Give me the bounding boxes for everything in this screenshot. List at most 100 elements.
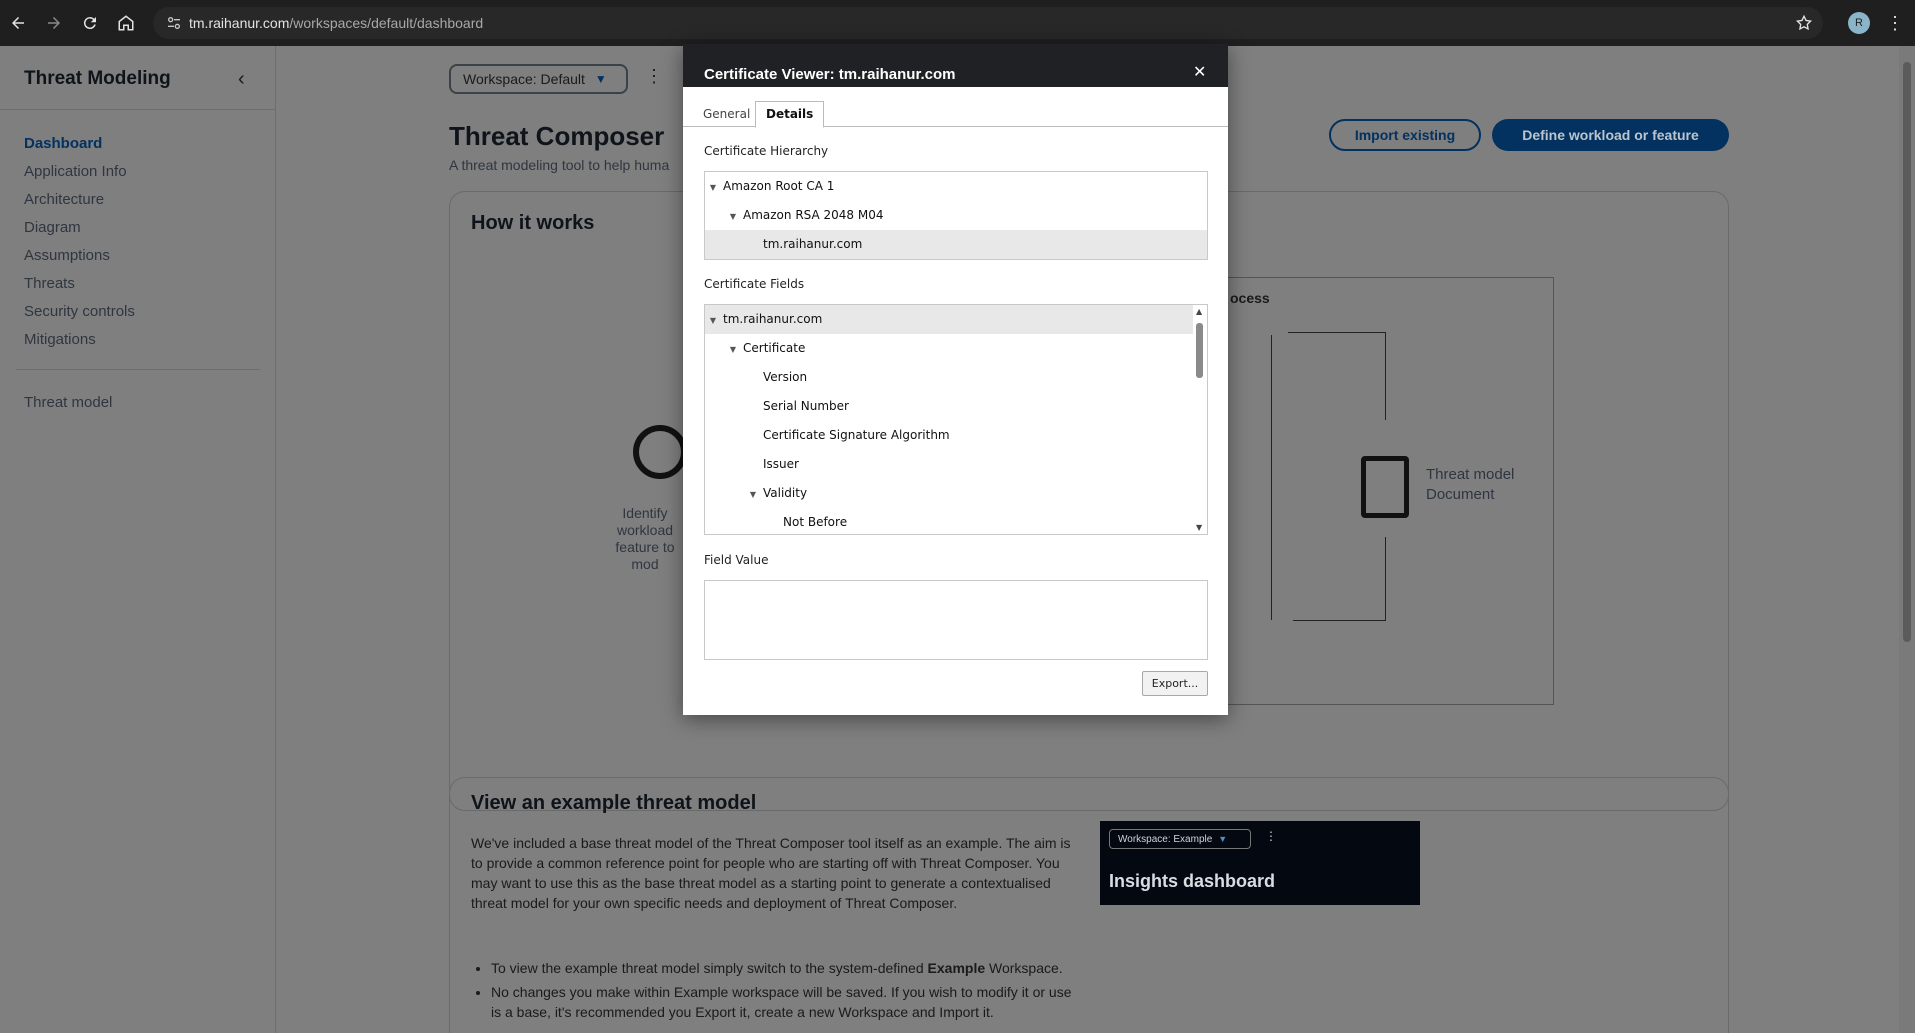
define-workload-button[interactable]: Define workload or feature xyxy=(1492,119,1729,151)
tree-item[interactable]: Certificate Signature Algorithm xyxy=(705,421,1207,450)
certificate-hierarchy-tree: ▼ Amazon Root CA 1 ▼ Amazon RSA 2048 M04 t… xyxy=(704,171,1208,260)
close-icon[interactable]: ✕ xyxy=(1193,62,1206,81)
dialog-title: Certificate Viewer: tm.raihanur.com xyxy=(704,66,956,83)
list-item: To view the example threat model simply … xyxy=(491,958,1076,978)
tree-item[interactable]: ▼ Validity xyxy=(705,479,1207,508)
fields-scrollbar[interactable]: ▲ ▼ xyxy=(1193,305,1207,534)
tree-item-selected[interactable]: ▼ tm.raihanur.com xyxy=(705,305,1207,334)
tree-item-label: Amazon Root CA 1 xyxy=(723,179,835,193)
sidebar-item-threat-model[interactable]: Threat model xyxy=(24,394,112,411)
field-value-label: Field Value xyxy=(704,553,769,567)
tree-item[interactable]: Issuer xyxy=(705,450,1207,479)
home-button[interactable] xyxy=(108,5,144,41)
tree-item[interactable]: Serial Number xyxy=(705,392,1207,421)
export-button[interactable]: Export... xyxy=(1142,671,1208,696)
crosshair-icon xyxy=(633,425,687,479)
bullet-bold: Example xyxy=(927,960,986,976)
tree-item[interactable]: ▼ Certificate xyxy=(705,334,1207,363)
sidebar-item-architecture[interactable]: Architecture xyxy=(24,186,135,214)
tree-item-label: Amazon RSA 2048 M04 xyxy=(743,208,884,222)
arrow-right-icon xyxy=(48,17,60,29)
doc-label-line2: Document xyxy=(1426,486,1495,503)
expanded-triangle-icon: ▼ xyxy=(709,183,717,192)
flow-line xyxy=(1288,332,1386,333)
card-title: View an example threat model xyxy=(471,792,757,814)
scrollbar-thumb[interactable] xyxy=(1196,323,1203,378)
scroll-down-icon[interactable]: ▼ xyxy=(1196,523,1202,532)
sidebar-item-application-info[interactable]: Application Info xyxy=(24,158,135,186)
expanded-triangle-icon: ▼ xyxy=(729,212,737,221)
example-preview-image: Workspace: Example ▼ ⋮ Insights dashboard xyxy=(1100,821,1420,905)
tab-details[interactable]: Details xyxy=(755,101,825,128)
example-bullets: To view the example threat model simply … xyxy=(471,958,1076,1026)
list-item: No changes you make within Example works… xyxy=(491,982,1076,1022)
tree-item[interactable]: ▼ Amazon Root CA 1 xyxy=(705,172,1207,201)
reload-icon xyxy=(83,17,96,30)
profile-avatar[interactable]: R xyxy=(1848,12,1870,34)
reload-button[interactable] xyxy=(72,5,108,41)
expanded-triangle-icon: ▼ xyxy=(729,345,737,354)
flow-line xyxy=(1385,537,1386,621)
collapse-sidebar-icon[interactable]: ‹ xyxy=(238,68,245,91)
site-info-icon[interactable] xyxy=(159,15,189,31)
preview-menu-icon: ⋮ xyxy=(1265,829,1277,843)
flow-line xyxy=(1271,335,1272,620)
bookmark-star-icon[interactable] xyxy=(1795,14,1813,37)
url-path: /workspaces/default/dashboard xyxy=(289,15,484,31)
tree-item-label: tm.raihanur.com xyxy=(723,312,823,326)
sidebar-item-assumptions[interactable]: Assumptions xyxy=(24,242,135,270)
browser-toolbar: tm.raihanur.com/workspaces/default/dashb… xyxy=(0,0,1915,46)
browser-menu-icon[interactable]: ⋮ xyxy=(1886,12,1904,34)
flow-line xyxy=(1293,620,1386,621)
workspace-menu-icon[interactable]: ⋮ xyxy=(645,66,663,87)
tree-item[interactable]: Not Before xyxy=(705,508,1207,534)
field-value-box[interactable] xyxy=(704,580,1208,660)
flow-line xyxy=(1385,332,1386,420)
page-scrollbar-thumb[interactable] xyxy=(1903,62,1911,642)
fields-label: Certificate Fields xyxy=(704,277,805,291)
bullet-text: To view the example threat model simply … xyxy=(491,960,928,976)
card-title: How it works xyxy=(471,212,595,234)
sidebar-item-diagram[interactable]: Diagram xyxy=(24,214,135,242)
process-label: ocess xyxy=(1230,290,1270,306)
arrow-left-icon xyxy=(12,17,24,29)
tree-item-label: tm.raihanur.com xyxy=(763,237,863,251)
example-description: We've included a base threat model of th… xyxy=(471,835,1071,911)
import-existing-button[interactable]: Import existing xyxy=(1329,119,1481,151)
sidebar-title: Threat Modeling xyxy=(24,68,171,89)
dialog-tabs: General Details xyxy=(683,87,1228,128)
bullet-text: Workspace. xyxy=(985,960,1063,976)
expanded-triangle-icon: ▼ xyxy=(749,490,757,499)
tree-item-label: Certificate xyxy=(743,341,806,355)
tree-item[interactable]: ▼ Amazon RSA 2048 M04 xyxy=(705,201,1207,230)
hierarchy-label: Certificate Hierarchy xyxy=(704,144,829,158)
certificate-viewer-dialog: Certificate Viewer: tm.raihanur.com ✕ Ge… xyxy=(683,44,1228,715)
forward-button[interactable] xyxy=(36,5,72,41)
tree-item-label: Version xyxy=(763,370,808,384)
tree-item[interactable]: Version xyxy=(705,363,1207,392)
preview-title: Insights dashboard xyxy=(1109,871,1276,891)
threat-model-document-label: Threat model Document xyxy=(1426,465,1514,505)
document-icon xyxy=(1361,456,1409,518)
certificate-fields-tree: ▼ tm.raihanur.com ▼ Certificate Version Se… xyxy=(704,304,1208,535)
sidebar-item-mitigations[interactable]: Mitigations xyxy=(24,326,135,354)
sidebar-item-threats[interactable]: Threats xyxy=(24,270,135,298)
caret-down-icon: ▼ xyxy=(594,72,607,86)
tree-item-label: Certificate Signature Algorithm xyxy=(763,428,950,442)
preview-workspace-label: Workspace: Example xyxy=(1118,833,1213,845)
example-threat-model-card: View an example threat model We've inclu… xyxy=(449,777,1729,1033)
scroll-up-icon[interactable]: ▲ xyxy=(1196,307,1202,316)
tree-item-label: Serial Number xyxy=(763,399,849,413)
url-text: tm.raihanur.com/workspaces/default/dashb… xyxy=(189,15,483,31)
workspace-select[interactable]: Workspace: Default ▼ xyxy=(449,64,628,94)
tree-item-label: Validity xyxy=(763,486,808,500)
home-icon xyxy=(118,15,134,31)
back-button[interactable] xyxy=(0,5,36,41)
address-bar[interactable]: tm.raihanur.com/workspaces/default/dashb… xyxy=(153,7,1823,39)
tab-general[interactable]: General xyxy=(693,102,760,127)
sidebar-item-dashboard[interactable]: Dashboard xyxy=(24,130,135,158)
expanded-triangle-icon: ▼ xyxy=(709,316,717,325)
sidebar-item-security-controls[interactable]: Security controls xyxy=(24,298,135,326)
url-host: tm.raihanur.com xyxy=(189,15,290,31)
tree-item-selected[interactable]: tm.raihanur.com xyxy=(705,230,1207,259)
